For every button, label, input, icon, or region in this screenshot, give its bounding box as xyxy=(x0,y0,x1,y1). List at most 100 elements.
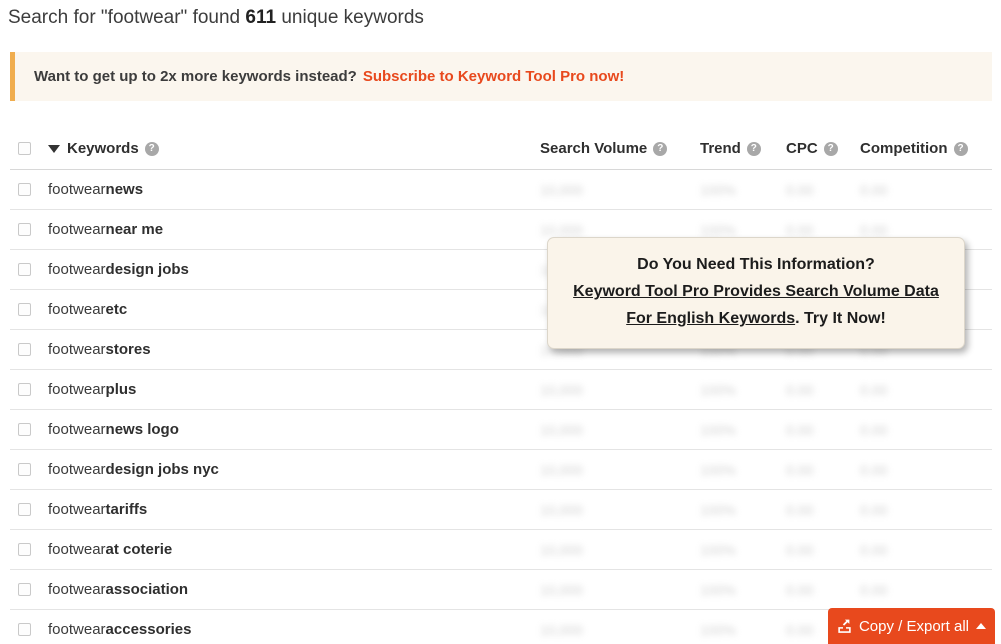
help-icon-competition[interactable]: ? xyxy=(953,141,968,156)
chevron-up-icon[interactable] xyxy=(976,623,987,629)
row-checkbox-cell[interactable] xyxy=(10,383,48,396)
help-icon-trend[interactable]: ? xyxy=(746,141,761,156)
select-all-checkbox[interactable] xyxy=(18,142,31,155)
table-row[interactable]: footwear news logo 10,000 100% 0.00 0.00 xyxy=(10,410,992,450)
page-title-count: 611 xyxy=(245,7,277,28)
row-keyword-seed: footwear xyxy=(48,621,106,638)
row-keyword-cell[interactable]: footwear association xyxy=(48,581,540,598)
row-checkbox[interactable] xyxy=(18,223,31,236)
row-search-volume: 10,000 xyxy=(540,621,583,638)
row-checkbox-cell[interactable] xyxy=(10,343,48,356)
row-competition: 0.00 xyxy=(860,581,888,598)
table-row[interactable]: footwear tariffs 10,000 100% 0.00 0.00 xyxy=(10,490,992,530)
select-all-checkbox-cell[interactable] xyxy=(10,142,48,155)
promo-banner-message: Want to get up to 2x more keywords inste… xyxy=(34,68,357,85)
row-trend: 100% xyxy=(700,461,736,478)
row-keyword-tail: stores xyxy=(105,341,151,358)
chevron-down-icon[interactable] xyxy=(48,144,60,153)
page-title: Search for "footwear" found 611 unique k… xyxy=(8,4,424,32)
promo-banner: Want to get up to 2x more keywords inste… xyxy=(10,52,992,101)
row-trend: 100% xyxy=(700,381,736,398)
row-keyword-cell[interactable]: footwear accessories xyxy=(48,621,540,638)
row-cpc: 0.00 xyxy=(786,581,814,598)
row-checkbox[interactable] xyxy=(18,583,31,596)
row-keyword-cell[interactable]: footwear etc xyxy=(48,301,540,318)
row-keyword-cell[interactable]: footwear stores xyxy=(48,341,540,358)
row-search-volume: 10,000 xyxy=(540,221,583,238)
row-checkbox-cell[interactable] xyxy=(10,543,48,556)
page-title-prefix: Search for "footwear" found xyxy=(8,7,246,28)
row-keyword-seed: footwear xyxy=(48,501,106,518)
row-checkbox-cell[interactable] xyxy=(10,583,48,596)
row-checkbox-cell[interactable] xyxy=(10,463,48,476)
row-checkbox[interactable] xyxy=(18,423,31,436)
row-trend: 100% xyxy=(700,621,736,638)
row-checkbox[interactable] xyxy=(18,463,31,476)
row-competition: 0.00 xyxy=(860,381,888,398)
table-row[interactable]: footwear news 10,000 100% 0.00 0.00 xyxy=(10,170,992,210)
row-keyword-cell[interactable]: footwear tariffs xyxy=(48,501,540,518)
row-cpc: 0.00 xyxy=(786,541,814,558)
upsell-popup-body: Keyword Tool Pro Provides Search Volume … xyxy=(564,278,948,332)
row-keyword-tail: etc xyxy=(105,301,128,318)
row-keyword-seed: footwear xyxy=(48,581,106,598)
row-keyword-cell[interactable]: footwear at coterie xyxy=(48,541,540,558)
row-checkbox[interactable] xyxy=(18,343,31,356)
table-row[interactable]: footwear design jobs nyc 10,000 100% 0.00 0.… xyxy=(10,450,992,490)
row-checkbox-cell[interactable] xyxy=(10,503,48,516)
row-keyword-cell[interactable]: footwear news logo xyxy=(48,421,540,438)
promo-banner-subscribe-link[interactable]: Subscribe to Keyword Tool Pro now! xyxy=(363,68,624,85)
row-checkbox[interactable] xyxy=(18,183,31,196)
column-header-trend[interactable]: Trend ? xyxy=(700,140,786,157)
export-icon xyxy=(838,619,851,633)
help-icon-cpc[interactable]: ? xyxy=(823,141,838,156)
row-keyword-cell[interactable]: footwear design jobs xyxy=(48,261,540,278)
row-checkbox-cell[interactable] xyxy=(10,303,48,316)
row-keyword-seed: footwear xyxy=(48,461,106,478)
table-row[interactable]: footwear association 10,000 100% 0.00 0.00 xyxy=(10,570,992,610)
upsell-popup: Do You Need This Information? Keyword To… xyxy=(547,237,965,349)
row-search-volume: 10,000 xyxy=(540,461,583,478)
column-header-trend-label: Trend xyxy=(700,140,741,157)
row-keyword-cell[interactable]: footwear near me xyxy=(48,221,540,238)
row-checkbox-cell[interactable] xyxy=(10,623,48,636)
row-checkbox[interactable] xyxy=(18,543,31,556)
row-cpc: 0.00 xyxy=(786,221,814,238)
row-cpc: 0.00 xyxy=(786,381,814,398)
row-checkbox[interactable] xyxy=(18,303,31,316)
row-keyword-cell[interactable]: footwear plus xyxy=(48,381,540,398)
row-checkbox-cell[interactable] xyxy=(10,263,48,276)
row-checkbox-cell[interactable] xyxy=(10,223,48,236)
row-keyword-seed: footwear xyxy=(48,541,106,558)
row-keyword-tail: at coterie xyxy=(105,541,173,558)
table-row[interactable]: footwear at coterie 10,000 100% 0.00 0.00 xyxy=(10,530,992,570)
row-checkbox[interactable] xyxy=(18,503,31,516)
row-checkbox-cell[interactable] xyxy=(10,423,48,436)
row-trend: 100% xyxy=(700,181,736,198)
column-header-cpc[interactable]: CPC ? xyxy=(786,140,860,157)
column-header-keywords[interactable]: Keywords ? xyxy=(48,140,540,157)
help-icon-keywords[interactable]: ? xyxy=(144,141,159,156)
column-header-search-volume[interactable]: Search Volume ? xyxy=(540,140,700,157)
row-keyword-tail: plus xyxy=(105,381,137,398)
table-row[interactable]: footwear plus 10,000 100% 0.00 0.00 xyxy=(10,370,992,410)
upsell-popup-heading: Do You Need This Information? xyxy=(637,256,875,273)
row-keyword-cell[interactable]: footwear news xyxy=(48,181,540,198)
row-search-volume: 10,000 xyxy=(540,181,583,198)
column-header-competition[interactable]: Competition ? xyxy=(860,140,992,157)
row-keyword-cell[interactable]: footwear design jobs nyc xyxy=(48,461,540,478)
row-checkbox-cell[interactable] xyxy=(10,183,48,196)
row-keyword-seed: footwear xyxy=(48,221,106,238)
row-competition: 0.00 xyxy=(860,541,888,558)
row-keyword-tail: news logo xyxy=(105,421,179,438)
row-keyword-seed: footwear xyxy=(48,181,106,198)
row-checkbox[interactable] xyxy=(18,623,31,636)
row-cpc: 0.00 xyxy=(786,421,814,438)
row-checkbox[interactable] xyxy=(18,383,31,396)
row-checkbox[interactable] xyxy=(18,263,31,276)
copy-export-all-button[interactable]: Copy / Export all xyxy=(828,608,995,644)
row-trend: 100% xyxy=(700,541,736,558)
row-keyword-seed: footwear xyxy=(48,261,106,278)
help-icon-search-volume[interactable]: ? xyxy=(653,141,668,156)
row-keyword-seed: footwear xyxy=(48,381,106,398)
